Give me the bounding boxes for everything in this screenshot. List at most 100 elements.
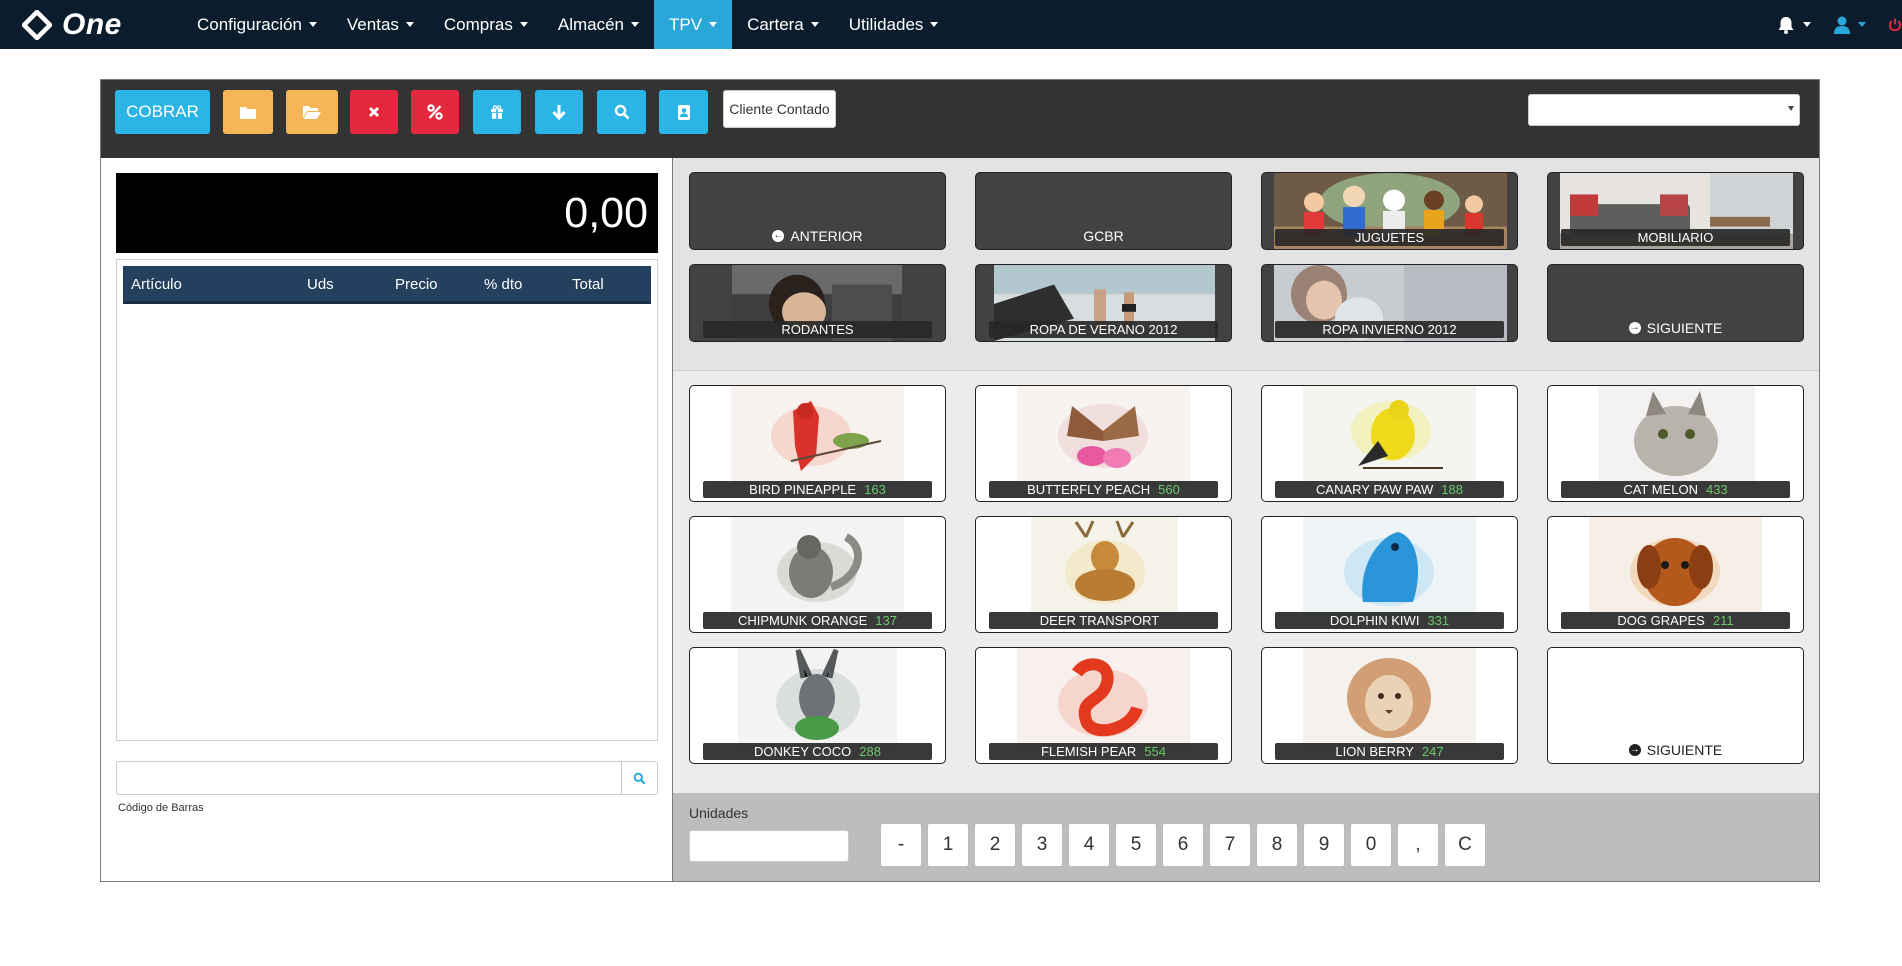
- product-tile[interactable]: LION BERRY 247: [1261, 647, 1518, 764]
- product-label: BUTTERFLY PEACH 560: [989, 481, 1218, 498]
- product-name: DEER TRANSPORT: [1039, 613, 1160, 628]
- product-tile[interactable]: CHIPMUNK ORANGE 137: [689, 516, 946, 633]
- caret-down-icon: [930, 22, 939, 27]
- category-label: ROPA INVIERNO 2012: [1275, 321, 1504, 338]
- product-image-dolphin: [1303, 517, 1476, 617]
- barcode-input[interactable]: [116, 761, 622, 795]
- category-next-button[interactable]: → SIGUIENTE: [1547, 264, 1804, 342]
- brand[interactable]: One: [22, 8, 182, 42]
- products-next-button[interactable]: → SIGUIENTE: [1547, 647, 1804, 764]
- product-tile[interactable]: FLEMISH PEAR 554: [975, 647, 1232, 764]
- product-tile[interactable]: DOG GRAPES 211: [1547, 516, 1804, 633]
- keypad-3[interactable]: 3: [1021, 823, 1063, 867]
- menu-utilidades[interactable]: Utilidades: [834, 0, 954, 49]
- product-tile[interactable]: DONKEY COCO 288: [689, 647, 946, 764]
- units-label: Unidades: [689, 805, 749, 821]
- ticket-panel: 0,00 Artículo Uds Precio % dto Total Cód…: [101, 158, 673, 881]
- category-tile-gcbr[interactable]: GCBR: [975, 172, 1232, 250]
- category-prev-button[interactable]: ← ANTERIOR: [689, 172, 946, 250]
- barcode-group: [116, 761, 658, 795]
- products-next-label: SIGUIENTE: [1646, 742, 1723, 758]
- pos-panel: COBRAR Cliente Contado 0,00 Artículo Uds…: [100, 79, 1820, 882]
- discount-button[interactable]: [411, 90, 459, 134]
- caret-down-icon: [1803, 22, 1811, 27]
- search-button[interactable]: [597, 90, 646, 134]
- search-icon: [614, 104, 629, 120]
- menu-compras[interactable]: Compras: [429, 0, 543, 49]
- menu-label: Compras: [443, 14, 513, 34]
- category-tile-mobiliario[interactable]: MOBILIARIO: [1547, 172, 1804, 250]
- keypad-clear[interactable]: C: [1444, 823, 1486, 867]
- column-header-precio: Precio: [395, 276, 438, 293]
- keypad-7[interactable]: 7: [1209, 823, 1251, 867]
- user-menu-button[interactable]: [1833, 15, 1866, 35]
- product-image-donkey: [738, 648, 897, 748]
- keypad-0[interactable]: 0: [1350, 823, 1392, 867]
- notifications-button[interactable]: [1776, 15, 1811, 35]
- product-label: CHIPMUNK ORANGE 137: [703, 612, 932, 629]
- menu-almacen[interactable]: Almacén: [543, 0, 654, 49]
- caret-down-icon: [631, 22, 640, 27]
- product-name: LION BERRY: [1335, 744, 1414, 759]
- product-image-chipmunk: [731, 517, 904, 617]
- caret-down-icon: [405, 22, 414, 27]
- menu-label: TPV: [669, 14, 703, 34]
- product-tile[interactable]: BIRD PINEAPPLE 163: [689, 385, 946, 502]
- product-stock: 288: [859, 744, 881, 759]
- keypad-minus[interactable]: -: [880, 823, 922, 867]
- client-button[interactable]: Cliente Contado: [723, 90, 836, 128]
- category-tile-ropa-invierno[interactable]: ROPA INVIERNO 2012: [1261, 264, 1518, 342]
- barcode-search-button[interactable]: [621, 761, 658, 795]
- product-image-butterfly: [1017, 386, 1190, 486]
- keypad-5[interactable]: 5: [1115, 823, 1157, 867]
- menu-tpv[interactable]: TPV: [654, 0, 733, 49]
- cobrar-button[interactable]: COBRAR: [115, 90, 210, 134]
- open-saved-ticket-button[interactable]: [286, 90, 338, 134]
- menu-label: Almacén: [557, 14, 625, 34]
- user-icon: [1834, 16, 1850, 34]
- brand-name: One: [62, 7, 122, 41]
- barcode-label: Código de Barras: [118, 802, 204, 814]
- category-label: JUGUETES: [1275, 229, 1504, 246]
- category-label: RODANTES: [703, 321, 932, 338]
- menu-configuracion[interactable]: Configuración: [182, 0, 332, 49]
- product-image-canary: [1303, 386, 1476, 486]
- category-tile-juguetes[interactable]: JUGUETES: [1261, 172, 1518, 250]
- power-button[interactable]: [1888, 0, 1902, 49]
- product-tile[interactable]: CAT MELON 433: [1547, 385, 1804, 502]
- caret-down-icon: [1788, 106, 1794, 111]
- gift-button[interactable]: [473, 90, 521, 134]
- caret-down-icon: [810, 22, 819, 27]
- product-name: DOLPHIN KIWI: [1329, 613, 1420, 628]
- delete-ticket-button[interactable]: [350, 90, 398, 134]
- arrow-down-icon: [552, 105, 566, 120]
- product-tile[interactable]: BUTTERFLY PEACH 560: [975, 385, 1232, 502]
- search-icon: [633, 772, 646, 785]
- menu-label: Cartera: [747, 14, 804, 34]
- keypad-6[interactable]: 6: [1162, 823, 1204, 867]
- keypad-4[interactable]: 4: [1068, 823, 1110, 867]
- keypad-2[interactable]: 2: [974, 823, 1016, 867]
- category-tile-rodantes[interactable]: RODANTES: [689, 264, 946, 342]
- menu-ventas[interactable]: Ventas: [332, 0, 429, 49]
- product-stock: 331: [1427, 613, 1450, 628]
- product-tile[interactable]: CANARY PAW PAW 188: [1261, 385, 1518, 502]
- customer-button[interactable]: [659, 90, 708, 134]
- download-button[interactable]: [535, 90, 583, 134]
- category-tile-ropa-verano[interactable]: ROPA DE VERANO 2012: [975, 264, 1232, 342]
- folder-icon: [240, 107, 256, 119]
- menu-cartera[interactable]: Cartera: [732, 0, 834, 49]
- product-label: DOLPHIN KIWI 331: [1275, 612, 1504, 629]
- units-input[interactable]: [689, 830, 849, 862]
- ticket-select[interactable]: [1528, 94, 1800, 126]
- product-tile[interactable]: DOLPHIN KIWI 331: [1261, 516, 1518, 633]
- category-label: SIGUIENTE: [1646, 320, 1723, 336]
- keypad-9[interactable]: 9: [1303, 823, 1345, 867]
- keypad-1[interactable]: 1: [927, 823, 969, 867]
- product-stock: 211: [1712, 613, 1734, 628]
- product-tile[interactable]: DEER TRANSPORT: [975, 516, 1232, 633]
- keypad-comma[interactable]: ,: [1397, 823, 1439, 867]
- keypad-8[interactable]: 8: [1256, 823, 1298, 867]
- product-label: CAT MELON 433: [1561, 481, 1790, 498]
- open-ticket-button[interactable]: [223, 90, 273, 134]
